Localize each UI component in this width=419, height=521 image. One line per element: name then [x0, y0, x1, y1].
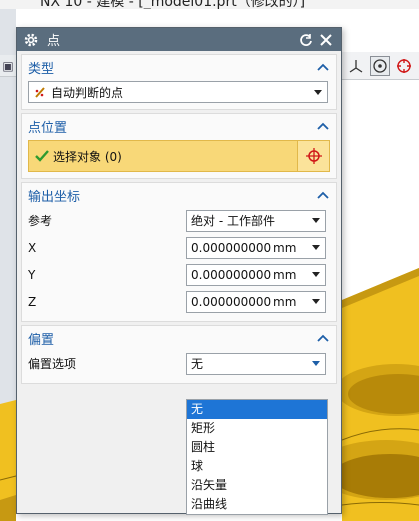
- point-location-header[interactable]: 点位置: [22, 114, 336, 138]
- y-value: 0.000000000 mm: [191, 267, 297, 282]
- point-type-value: 自动判断的点: [51, 85, 124, 100]
- point-dialog-button[interactable]: [297, 141, 329, 171]
- offset-header[interactable]: 偏置: [22, 326, 336, 350]
- chevron-down-icon[interactable]: [311, 297, 321, 307]
- offset-option-row: 偏置选项 无: [28, 350, 330, 377]
- snap-center-icon[interactable]: [370, 55, 390, 76]
- cube-icon[interactable]: ▣: [0, 55, 16, 77]
- chevron-down-icon: [311, 359, 321, 369]
- offset-option-label: 偏置选项: [28, 357, 77, 371]
- inferred-point-icon: [33, 85, 51, 99]
- y-unit: mm: [273, 267, 297, 282]
- reset-icon[interactable]: [297, 31, 315, 49]
- y-row: Y 0.000000000 mm: [28, 261, 330, 288]
- y-input[interactable]: 0.000000000 mm: [186, 263, 326, 286]
- chevron-up-icon[interactable]: [316, 119, 330, 133]
- reference-row: 参考 绝对 - 工作部件: [28, 207, 330, 234]
- reference-select[interactable]: 绝对 - 工作部件: [186, 209, 326, 232]
- offset-dropdown-list: 无 矩形 圆柱 球 沿矢量 沿曲线: [186, 399, 328, 515]
- output-coords-header[interactable]: 输出坐标: [22, 183, 336, 207]
- point-crosshair-icon: [305, 148, 322, 164]
- chevron-down-icon: [313, 87, 323, 97]
- point-location-label: 点位置: [28, 120, 68, 136]
- dialog-title: 点: [47, 34, 61, 49]
- close-icon[interactable]: [317, 31, 335, 49]
- app-title: NX 10 - 建模 - [_model01.prt（修改的）]: [40, 0, 306, 9]
- z-input[interactable]: 0.000000000 mm: [186, 290, 326, 313]
- offset-option-rectangular[interactable]: 矩形: [187, 419, 327, 438]
- x-label: X: [28, 240, 37, 255]
- offset-label: 偏置: [28, 332, 55, 348]
- offset-option-value: 无: [191, 357, 204, 371]
- offset-option-none[interactable]: 无: [187, 400, 327, 419]
- y-label: Y: [28, 267, 36, 282]
- offset-section: 偏置 偏置选项 无: [21, 325, 337, 384]
- app-toolbar: [342, 52, 419, 80]
- z-row: Z 0.000000000 mm: [28, 288, 330, 315]
- x-row: X 0.000000000 mm: [28, 234, 330, 261]
- app-left-strip: [0, 9, 16, 521]
- app-titlebar: NX 10 - 建模 - [_model01.prt（修改的）]: [0, 0, 419, 9]
- z-label: Z: [28, 294, 37, 309]
- offset-option-cylindrical[interactable]: 圆柱: [187, 438, 327, 457]
- select-object-row[interactable]: 选择对象 (0): [28, 140, 330, 172]
- offset-option-along-curve[interactable]: 沿曲线: [187, 495, 327, 514]
- gear-icon[interactable]: [23, 32, 39, 48]
- reference-value: 绝对 - 工作部件: [191, 214, 275, 228]
- offset-option-along-vector[interactable]: 沿矢量: [187, 476, 327, 495]
- dialog-titlebar[interactable]: 点: [17, 28, 341, 51]
- graphics-viewport[interactable]: [342, 80, 419, 521]
- chevron-down-icon[interactable]: [311, 270, 321, 280]
- offset-option-select[interactable]: 无: [186, 352, 326, 375]
- z-unit: mm: [273, 294, 297, 309]
- output-coords-label: 输出坐标: [28, 189, 81, 205]
- chevron-up-icon[interactable]: [316, 60, 330, 74]
- chevron-down-icon: [311, 216, 321, 226]
- type-section-label: 类型: [28, 61, 55, 77]
- x-input[interactable]: 0.000000000 mm: [186, 236, 326, 259]
- select-object-label: 选择对象 (0): [53, 149, 122, 164]
- reference-label: 参考: [28, 214, 53, 228]
- x-unit: mm: [273, 240, 297, 255]
- type-section-header[interactable]: 类型: [22, 55, 336, 79]
- snap-quadrant-icon[interactable]: [394, 56, 414, 76]
- chevron-down-icon[interactable]: [311, 243, 321, 253]
- output-coords-section: 输出坐标 参考 绝对 - 工作部件 X 0.000000000 mm Y 0.0…: [21, 182, 337, 322]
- type-section: 类型 自动判断的点: [21, 54, 337, 110]
- chevron-up-icon[interactable]: [316, 331, 330, 345]
- x-value: 0.000000000 mm: [191, 240, 297, 255]
- point-type-select[interactable]: 自动判断的点: [28, 81, 328, 103]
- offset-option-spherical[interactable]: 球: [187, 457, 327, 476]
- checkmark-icon: [35, 149, 49, 163]
- point-tripod-icon[interactable]: [346, 56, 366, 76]
- chevron-up-icon[interactable]: [316, 188, 330, 202]
- point-location-section: 点位置 选择对象 (0): [21, 113, 337, 179]
- z-value: 0.000000000 mm: [191, 294, 297, 309]
